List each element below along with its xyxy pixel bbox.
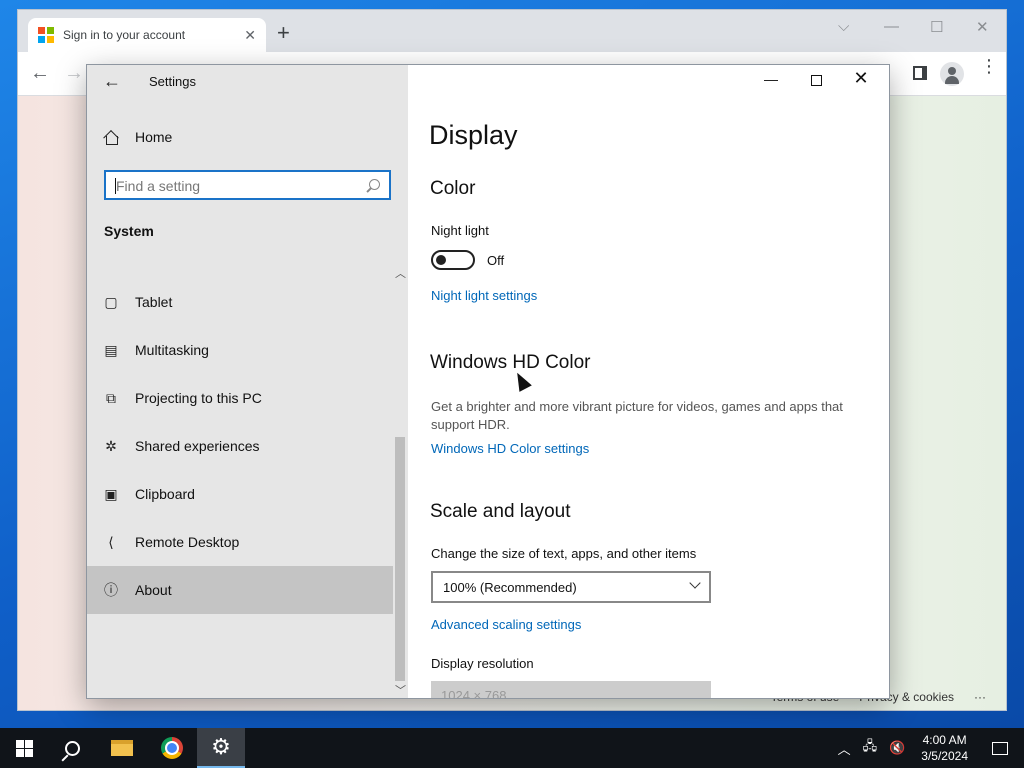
night-light-settings-link[interactable]: Night light settings — [431, 288, 537, 303]
microsoft-logo-icon — [38, 27, 54, 43]
volume-muted-icon[interactable]: 🔇 — [889, 740, 905, 756]
sidebar-item-shared-experiences[interactable]: ✲ Shared experiences — [87, 422, 393, 470]
browser-tab[interactable]: Sign in to your account ✕ — [28, 18, 266, 52]
browser-tab-title: Sign in to your account — [63, 28, 186, 42]
close-button[interactable]: ✕ — [838, 68, 884, 88]
folder-icon — [111, 740, 133, 756]
sidebar-item-label: Remote Desktop — [135, 534, 240, 550]
settings-window: ← Settings Home System ▢ Tablet ▤ Multit… — [87, 65, 889, 698]
page-title: Display — [429, 120, 518, 150]
clock-time: 4:00 AM — [922, 733, 967, 747]
home-label: Home — [135, 129, 173, 145]
windows-start-icon — [15, 739, 33, 757]
chrome-icon — [161, 737, 183, 759]
tab-search-icon[interactable]: ⌵ — [838, 18, 849, 35]
night-light-state: Off — [487, 253, 505, 268]
scale-label: Change the size of text, apps, and other… — [431, 546, 697, 561]
back-arrow-icon[interactable]: ← — [103, 71, 121, 92]
resolution-dropdown-value: 1024 × 768 — [441, 688, 507, 698]
sidebar-item-projecting[interactable]: ⧉ Projecting to this PC — [87, 374, 393, 422]
home-icon — [103, 130, 119, 145]
profile-avatar-icon[interactable] — [940, 62, 964, 86]
sidebar-item-tablet[interactable]: ▢ Tablet — [87, 278, 393, 326]
start-button[interactable] — [0, 728, 48, 768]
info-icon: ⓘ — [104, 582, 118, 598]
resolution-dropdown[interactable]: 1024 × 768 — [431, 681, 711, 698]
sidebar-item-clipboard[interactable]: ▣ Clipboard — [87, 470, 393, 518]
sidebar-item-label: About — [135, 582, 172, 598]
scroll-up-icon[interactable]: ︿ — [395, 265, 406, 281]
color-heading: Color — [430, 178, 476, 199]
sidebar-item-about[interactable]: ⓘ About — [87, 566, 393, 614]
browser-menu-icon[interactable]: ⋮ — [980, 57, 998, 75]
night-light-label: Night light — [431, 223, 489, 238]
system-tray: ︿ 🖧 🔇 4:00 AM 3/5/2024 — [838, 728, 1024, 768]
browser-maximize-button[interactable]: ☐ — [930, 18, 943, 36]
maximize-button[interactable] — [793, 71, 839, 91]
sidebar-scrollbar[interactable]: ︿ ﹀ — [393, 265, 407, 698]
browser-minimize-button[interactable]: — — [884, 18, 899, 35]
network-icon[interactable]: 🖧 — [863, 737, 878, 759]
minimize-button[interactable]: — — [748, 71, 794, 91]
sidebar-item-label: Tablet — [135, 294, 173, 310]
search-icon — [64, 740, 80, 756]
night-light-toggle[interactable] — [431, 250, 475, 270]
resolution-label: Display resolution — [431, 656, 534, 671]
taskbar-chrome[interactable] — [148, 728, 196, 768]
advanced-scaling-link[interactable]: Advanced scaling settings — [431, 617, 581, 632]
remote-desktop-icon: ⟨ — [108, 533, 114, 550]
scale-heading: Scale and layout — [430, 501, 571, 522]
sidebar-item-remote-desktop[interactable]: ⟨ Remote Desktop — [87, 518, 393, 566]
taskbar-clock[interactable]: 4:00 AM 3/5/2024 — [921, 732, 968, 764]
taskbar-search-button[interactable] — [48, 728, 96, 768]
browser-close-button[interactable]: ✕ — [976, 18, 989, 36]
tablet-icon: ▢ — [104, 293, 118, 310]
sidebar-item-label: Multitasking — [135, 342, 209, 358]
multitasking-icon: ▤ — [104, 341, 118, 358]
taskbar-settings[interactable]: ⚙ — [197, 728, 245, 768]
gear-icon: ⚙ — [211, 734, 231, 759]
close-tab-icon[interactable]: ✕ — [244, 27, 256, 44]
sidebar-item-multitasking[interactable]: ▤ Multitasking — [87, 326, 393, 374]
taskbar-file-explorer[interactable] — [98, 728, 146, 768]
scale-dropdown[interactable]: 100% (Recommended) — [431, 571, 711, 603]
hdr-settings-link[interactable]: Windows HD Color settings — [431, 441, 589, 456]
search-input[interactable] — [116, 177, 361, 195]
clock-date: 3/5/2024 — [921, 749, 968, 763]
search-icon[interactable] — [369, 179, 380, 190]
sidebar-item-label: Projecting to this PC — [135, 390, 262, 406]
scale-dropdown-value: 100% (Recommended) — [443, 579, 577, 595]
chevron-up-icon[interactable]: ︿ — [838, 739, 851, 758]
settings-sidebar: ← Settings Home System ▢ Tablet ▤ Multit… — [87, 65, 408, 698]
scrollbar-thumb[interactable] — [395, 437, 405, 681]
more-options-icon[interactable]: ··· — [974, 690, 986, 704]
side-panel-icon[interactable] — [913, 66, 927, 80]
notification-icon[interactable] — [992, 741, 1008, 755]
projecting-icon: ⧉ — [106, 389, 116, 406]
shared-experiences-icon: ✲ — [105, 437, 117, 454]
nav-list: ▢ Tablet ▤ Multitasking ⧉ Projecting to … — [87, 278, 393, 614]
clipboard-icon: ▣ — [104, 485, 118, 502]
settings-main-pane: — ✕ Display Color Night light Off Night … — [408, 65, 889, 698]
browser-back-icon[interactable]: ← — [30, 62, 50, 85]
hdr-description: Get a brighter and more vibrant picture … — [431, 399, 843, 432]
new-tab-button[interactable]: + — [277, 22, 290, 44]
home-nav-item[interactable]: Home — [103, 129, 172, 145]
sidebar-item-label: Clipboard — [135, 486, 195, 502]
search-box[interactable] — [104, 170, 391, 200]
sidebar-item-label: Shared experiences — [135, 438, 260, 454]
app-title: Settings — [149, 74, 196, 89]
taskbar: ⚙ ︿ 🖧 🔇 4:00 AM 3/5/2024 — [0, 728, 1024, 768]
chevron-down-icon — [689, 577, 701, 589]
section-label: System — [104, 223, 154, 239]
hdr-heading: Windows HD Color — [430, 352, 591, 373]
browser-forward-icon[interactable]: → — [64, 62, 84, 85]
scroll-down-icon[interactable]: ﹀ — [395, 682, 406, 698]
browser-tabstrip: Sign in to your account ✕ + ⌵ — ☐ ✕ — [18, 10, 1006, 52]
text-caret — [115, 178, 116, 194]
